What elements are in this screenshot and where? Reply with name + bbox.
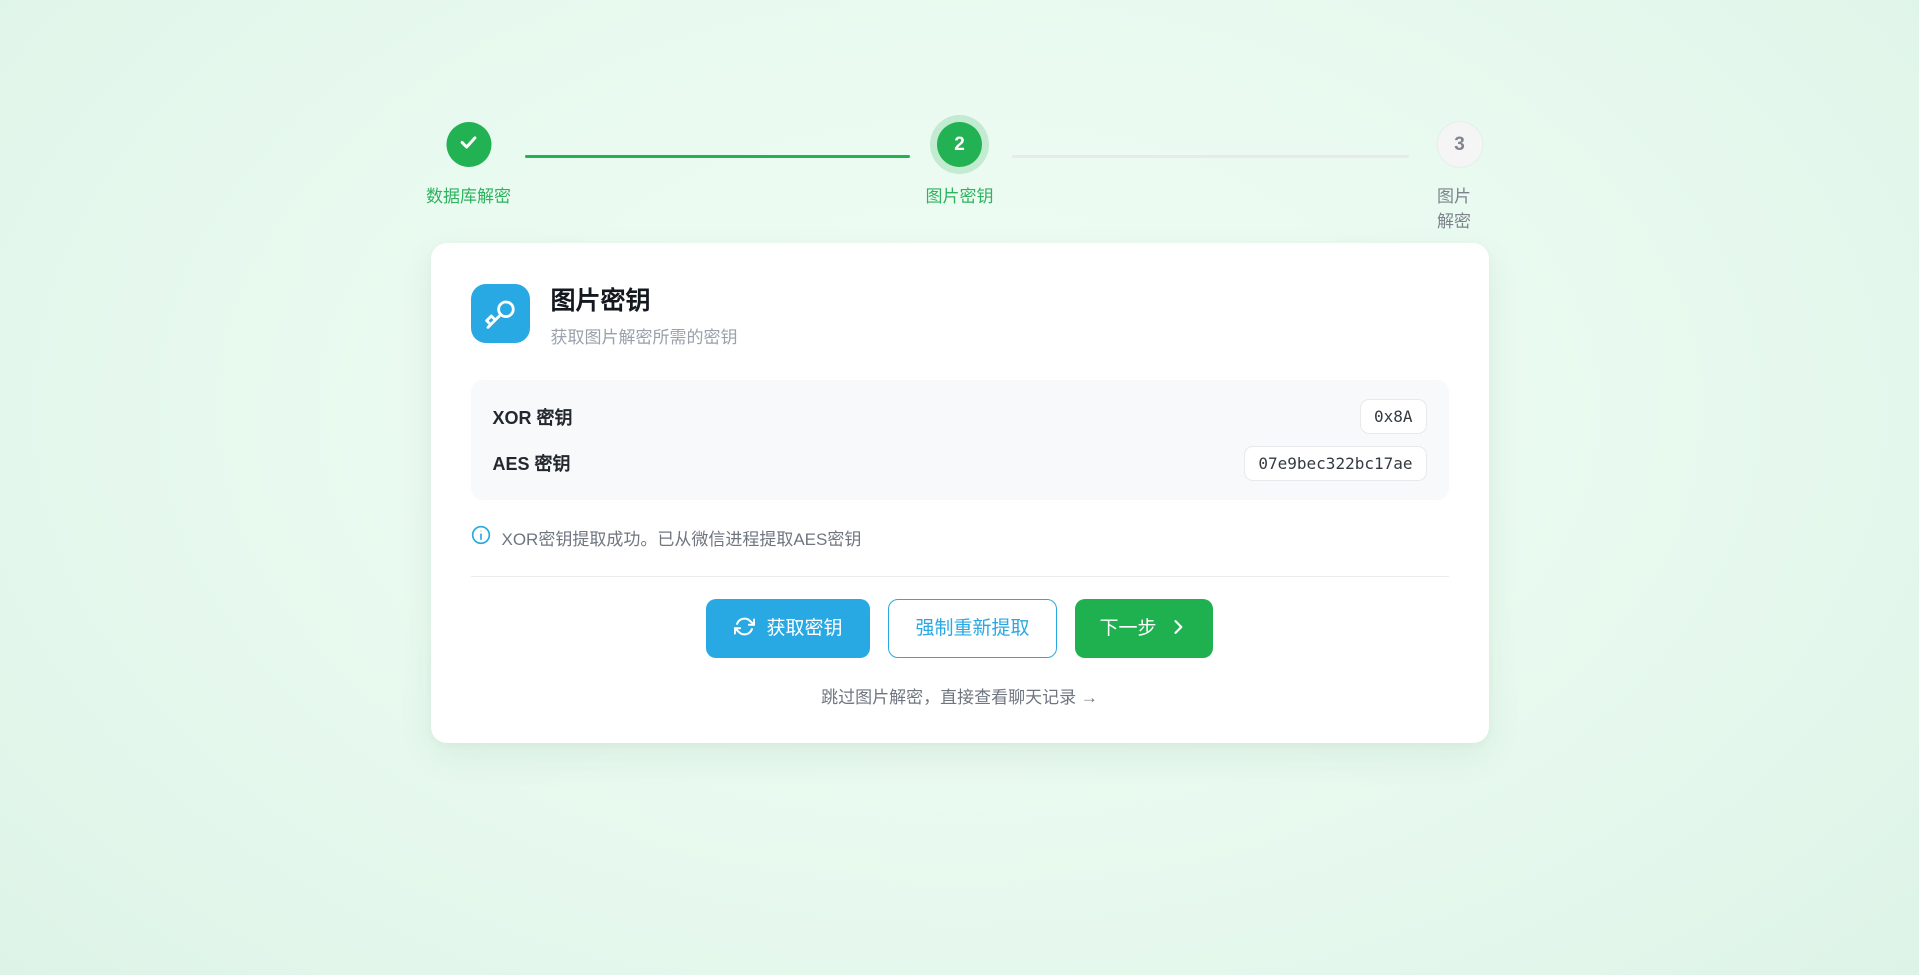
info-icon <box>471 525 491 550</box>
force-reextract-button[interactable]: 强制重新提取 <box>888 599 1056 658</box>
force-reextract-label: 强制重新提取 <box>915 619 1029 638</box>
divider <box>471 576 1449 577</box>
next-step-button[interactable]: 下一步 <box>1075 599 1213 658</box>
step-image-decrypt[interactable]: 3 图片解密 <box>1437 122 1482 232</box>
xor-key-label: XOR 密钥 <box>493 404 573 430</box>
status-message: XOR密钥提取成功。已从微信进程提取AES密钥 <box>502 525 862 550</box>
step-label: 数据库解密 <box>426 182 511 207</box>
stepper-connector-pending <box>1012 155 1409 158</box>
skip-row: 跳过图片解密，直接查看聊天记录 → <box>471 683 1449 708</box>
card-header-text: 图片密钥 获取图片解密所需的密钥 <box>551 284 738 348</box>
card-title: 图片密钥 <box>551 286 738 316</box>
wizard-stepper: 数据库解密 2 图片密钥 3 图片解密 <box>431 110 1489 201</box>
step-label: 图片密钥 <box>926 182 994 207</box>
key-icon <box>471 284 530 343</box>
refresh-icon <box>734 616 755 641</box>
step-active-circle: 2 <box>937 122 982 167</box>
step-completed-circle <box>446 122 491 167</box>
xor-key-value: 0x8A <box>1360 399 1427 434</box>
aes-key-label: AES 密钥 <box>493 450 571 476</box>
step-database-decrypt[interactable]: 数据库解密 <box>426 122 511 207</box>
skip-decrypt-link[interactable]: 跳过图片解密，直接查看聊天记录 → <box>821 688 1098 707</box>
stepper-connector-completed <box>525 155 910 158</box>
status-message-row: XOR密钥提取成功。已从微信进程提取AES密钥 <box>471 525 1449 550</box>
card-subtitle: 获取图片解密所需的密钥 <box>551 323 738 348</box>
image-key-card: 图片密钥 获取图片解密所需的密钥 XOR 密钥 0x8A AES 密钥 07e9… <box>431 243 1489 743</box>
fetch-key-label: 获取密钥 <box>766 619 842 638</box>
xor-key-row: XOR 密钥 0x8A <box>493 397 1427 437</box>
chevron-right-icon <box>1168 617 1188 641</box>
fetch-key-button[interactable]: 获取密钥 <box>706 599 870 658</box>
check-icon <box>458 131 480 159</box>
card-header: 图片密钥 获取图片解密所需的密钥 <box>471 284 1449 348</box>
step-pending-circle: 3 <box>1437 122 1482 167</box>
aes-key-row: AES 密钥 07e9bec322bc17ae <box>493 444 1427 484</box>
key-panel: XOR 密钥 0x8A AES 密钥 07e9bec322bc17ae <box>471 380 1449 500</box>
step-label: 图片解密 <box>1437 182 1482 232</box>
action-buttons: 获取密钥 强制重新提取 下一步 <box>471 599 1449 658</box>
aes-key-value: 07e9bec322bc17ae <box>1244 446 1426 481</box>
next-step-label: 下一步 <box>1100 619 1157 638</box>
step-image-key[interactable]: 2 图片密钥 <box>926 122 994 207</box>
